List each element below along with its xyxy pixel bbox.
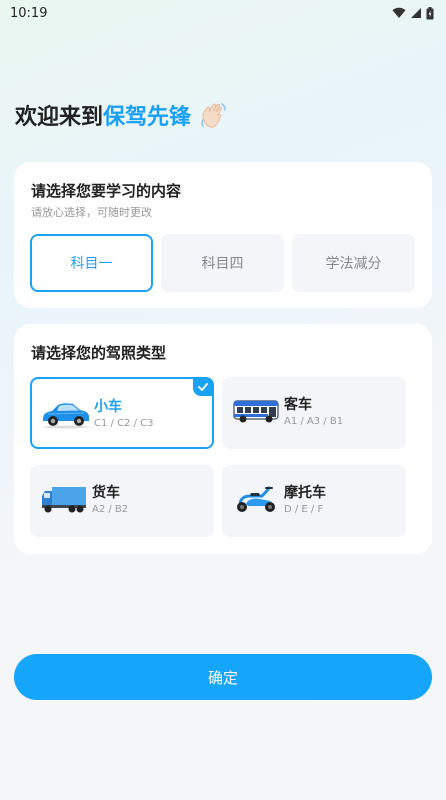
subject-section-title: 请选择您要学习的内容 <box>31 182 182 200</box>
scooter-icon <box>237 486 275 512</box>
bus-icon <box>233 400 279 423</box>
battery-icon <box>426 6 434 19</box>
license-section-title: 请选择您的驾照类型 <box>31 344 167 362</box>
license-codes: A1 / A3 / B1 <box>284 416 344 427</box>
license-codes: A2 / B2 <box>92 504 129 515</box>
subject-option-kemu1[interactable]: 科目一 <box>30 234 153 292</box>
check-icon <box>193 378 213 396</box>
license-option-truck[interactable]: 货车 A2 / B2 <box>30 465 214 537</box>
license-option-car[interactable]: 小车 C1 / C2 / C3 <box>30 377 214 449</box>
license-card: 请选择您的驾照类型 小车 C1 / C2 / C3 客车 A1 / A3 / B… <box>14 324 432 554</box>
welcome-heading: 欢迎来到 保驾先锋 <box>15 97 229 133</box>
car-icon <box>43 403 89 429</box>
truck-icon <box>42 487 86 513</box>
welcome-prefix: 欢迎来到 <box>15 105 104 130</box>
waving-hand-icon <box>199 100 229 130</box>
status-icons <box>392 6 434 20</box>
subject-section-subtitle: 请放心选择，可随时更改 <box>31 206 152 219</box>
license-name: 小车 <box>94 399 122 415</box>
subject-option-xuefa[interactable]: 学法减分 <box>292 234 415 292</box>
brand-name: 保驾先锋 <box>103 105 192 130</box>
status-time: 10:19 <box>10 5 48 21</box>
subject-option-label: 学法减分 <box>325 256 382 272</box>
signal-icon <box>411 8 421 18</box>
license-option-motorcycle[interactable]: 摩托车 D / E / F <box>222 465 406 537</box>
license-codes: D / E / F <box>284 504 324 515</box>
license-option-bus[interactable]: 客车 A1 / A3 / B1 <box>222 377 406 449</box>
license-codes: C1 / C2 / C3 <box>94 418 154 429</box>
license-name: 货车 <box>92 485 120 501</box>
subject-card: 请选择您要学习的内容 请放心选择，可随时更改 科目一 科目四 学法减分 <box>14 162 432 308</box>
subject-option-kemu4[interactable]: 科目四 <box>161 234 284 292</box>
license-name: 客车 <box>284 397 312 413</box>
subject-option-label: 科目一 <box>70 256 113 272</box>
license-name: 摩托车 <box>284 485 326 501</box>
status-bar: 10:19 <box>0 0 446 26</box>
confirm-button[interactable]: 确定 <box>14 654 432 700</box>
wifi-icon <box>392 7 406 19</box>
subject-option-label: 科目四 <box>201 256 244 272</box>
